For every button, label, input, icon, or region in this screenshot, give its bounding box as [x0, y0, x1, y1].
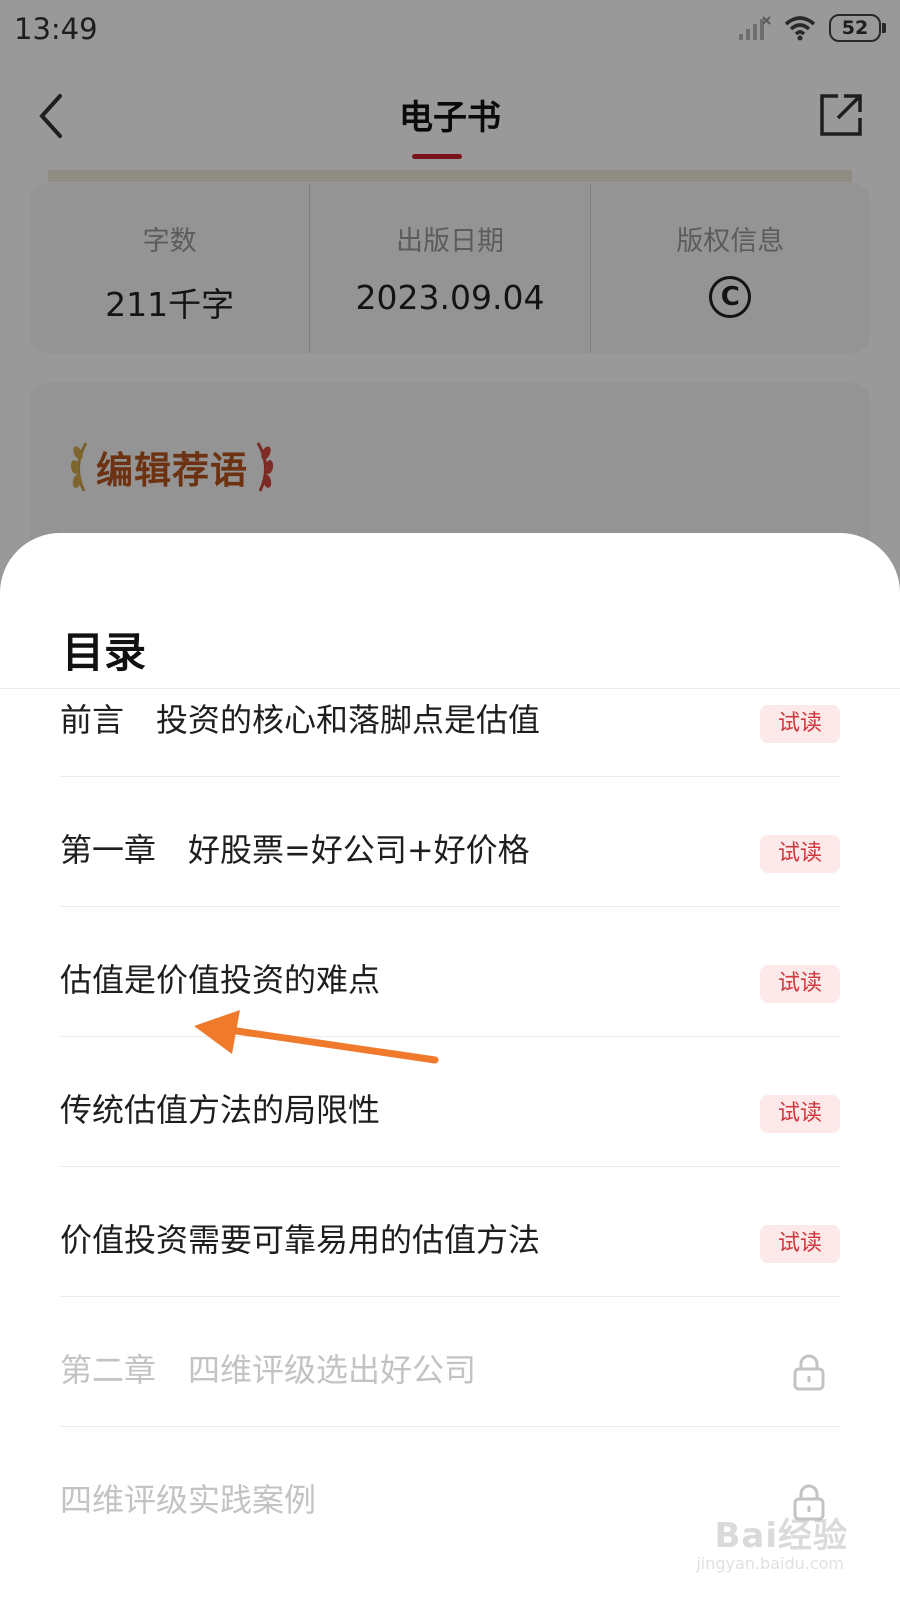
divider — [60, 1166, 840, 1167]
trial-read-badge: 试读 — [760, 965, 840, 1003]
toc-item-label: 四维评级实践案例 — [60, 1481, 317, 1519]
toc-title: 目录 — [62, 628, 147, 677]
toc-item[interactable]: 第一章 好股票=好公司+好价格 试读 — [60, 825, 840, 955]
trial-read-badge: 试读 — [760, 1225, 840, 1263]
toc-header-divider — [0, 688, 900, 689]
toc-item-locked[interactable]: 四维评级实践案例 — [60, 1475, 840, 1605]
divider — [60, 1296, 840, 1297]
toc-item-label: 估值是价值投资的难点 — [60, 961, 381, 999]
toc-item[interactable]: 估值是价值投资的难点 试读 — [60, 955, 840, 1085]
toc-item[interactable]: 传统估值方法的局限性 试读 — [60, 1085, 840, 1215]
trial-read-badge: 试读 — [760, 705, 840, 743]
toc-item[interactable]: 前言 投资的核心和落脚点是估值 试读 — [60, 695, 840, 825]
lock-icon — [793, 1484, 825, 1521]
divider — [60, 906, 840, 907]
toc-item[interactable]: 价值投资需要可靠易用的估值方法 试读 — [60, 1215, 840, 1345]
toc-sheet: 目录 前言 投资的核心和落脚点是估值 试读 第一章 好股票=好公司+好价格 试读… — [0, 533, 900, 1600]
toc-item-label: 第一章 好股票=好公司+好价格 — [60, 831, 530, 869]
divider — [60, 1426, 840, 1427]
toc-item-label: 前言 投资的核心和落脚点是估值 — [60, 701, 541, 739]
trial-read-badge: 试读 — [760, 1095, 840, 1133]
toc-item-locked[interactable]: 第二章 四维评级选出好公司 — [60, 1345, 840, 1475]
trial-read-badge: 试读 — [760, 835, 840, 873]
divider — [60, 1036, 840, 1037]
divider — [60, 776, 840, 777]
toc-item-label: 传统估值方法的局限性 — [60, 1091, 381, 1129]
lock-icon — [793, 1354, 825, 1391]
toc-item-label: 第二章 四维评级选出好公司 — [60, 1351, 477, 1389]
toc-item-label: 价值投资需要可靠易用的估值方法 — [60, 1221, 541, 1259]
